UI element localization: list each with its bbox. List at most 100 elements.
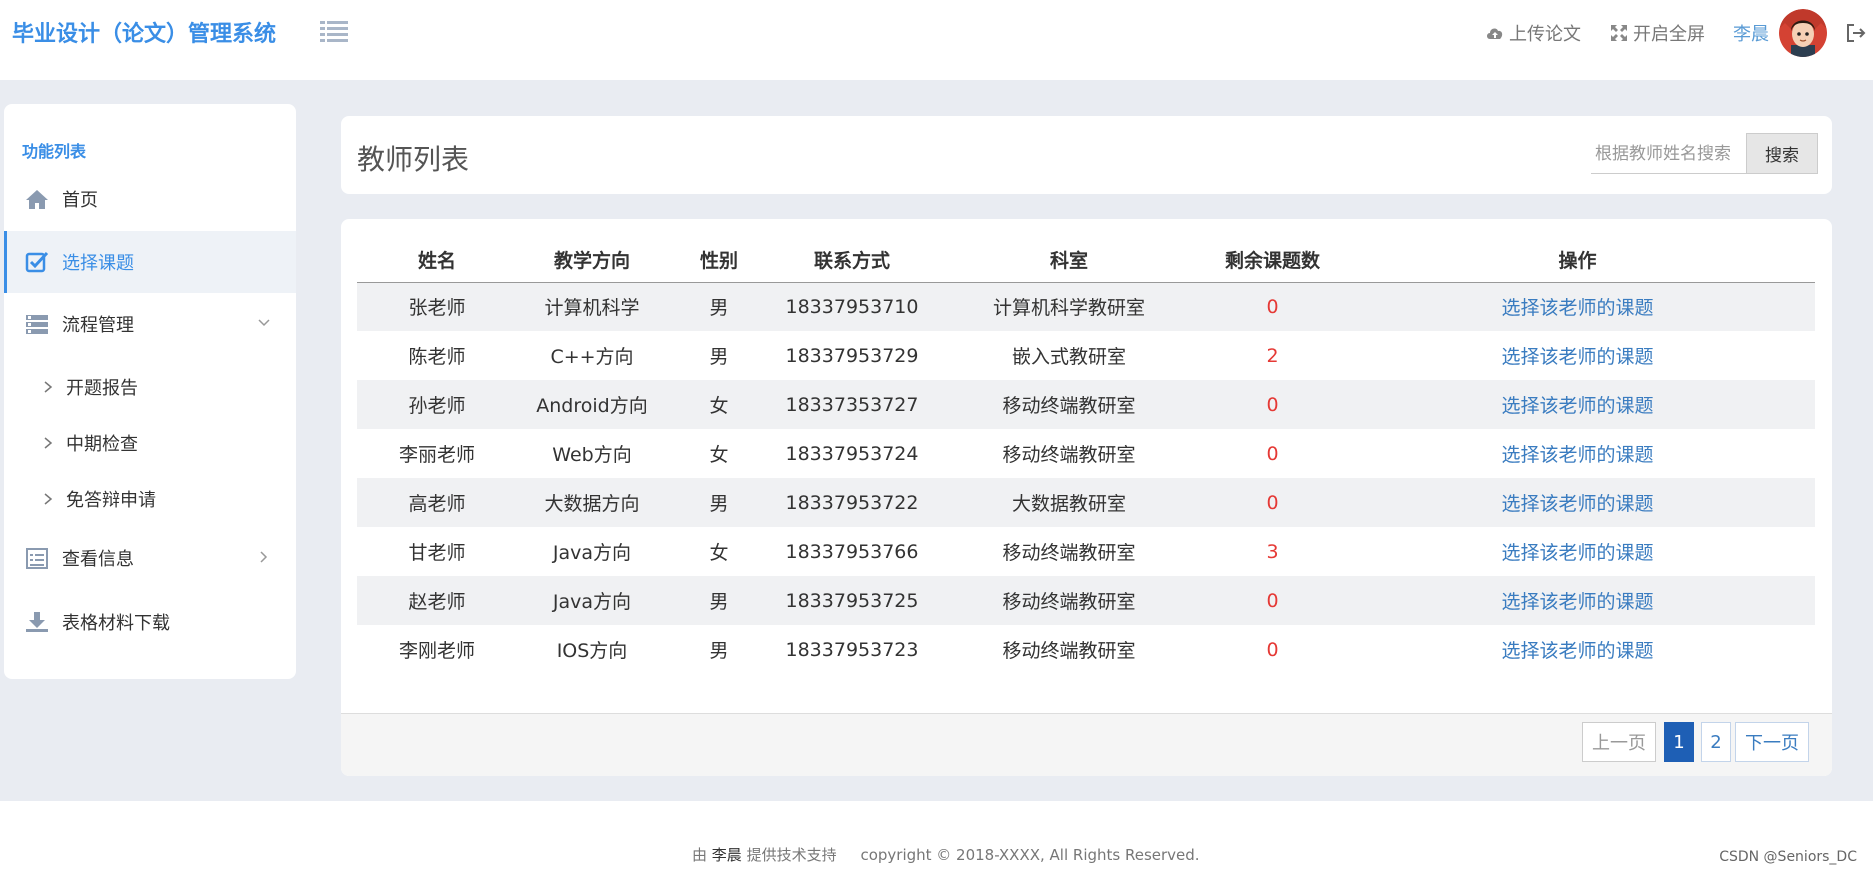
- pagination: 上一页 1 2 下一页: [341, 713, 1832, 776]
- sidebar: 功能列表 首页 选择课题 流程管理 开题报告 中期检查 免答辩申请 查看信息 表…: [4, 104, 296, 679]
- cell-remaining: 3: [1266, 540, 1279, 563]
- avatar[interactable]: [1779, 9, 1827, 57]
- footer: 由 李晨 提供技术支持 copyright © 2018-XXXX, All R…: [0, 801, 1873, 874]
- next-page-button[interactable]: 下一页: [1735, 722, 1809, 762]
- select-teacher-topic-link[interactable]: 选择该老师的课题: [1501, 395, 1653, 417]
- select-teacher-topic-link[interactable]: 选择该老师的课题: [1501, 297, 1653, 319]
- upload-thesis-button[interactable]: 上传论文: [1485, 20, 1581, 46]
- cell-remaining: 2: [1266, 344, 1279, 367]
- cell-gender: 女: [709, 444, 729, 466]
- cell-action: 选择该老师的课题: [1340, 380, 1815, 429]
- cell-direction: IOS方向: [556, 640, 628, 662]
- top-header: 毕业设计（论文）管理系统 上传论文 开启全屏 李晨: [0, 0, 1873, 80]
- sidebar-item-download-forms[interactable]: 表格材料下载: [4, 591, 296, 653]
- cell-phone: 18337953710: [785, 295, 919, 318]
- cell-name: 李丽老师: [398, 444, 475, 466]
- footer-author: 李晨: [711, 846, 742, 864]
- sidebar-item-label: 首页: [62, 190, 98, 211]
- cell-direction: Web方向: [552, 444, 632, 466]
- chevron-right-icon: [44, 493, 53, 505]
- table-row: 高老师 大数据方向 男 18337953722 大数据教研室 0 选择该老师的课…: [357, 478, 1815, 527]
- cell-dept: 大数据教研室: [1011, 493, 1126, 515]
- cell-remaining: 0: [1266, 589, 1279, 612]
- menu-toggle-icon[interactable]: [320, 19, 348, 43]
- footer-credits: 由 李晨 提供技术支持 copyright © 2018-XXXX, All R…: [692, 844, 1200, 865]
- sidebar-item-view-info[interactable]: 查看信息: [4, 527, 296, 589]
- table-header-row: 姓名 教学方向 性别 联系方式 科室 剩余课题数 操作: [357, 237, 1815, 283]
- select-teacher-topic-link[interactable]: 选择该老师的课题: [1501, 346, 1653, 368]
- sidebar-subitem-label: 中期检查: [66, 434, 138, 455]
- title-panel: 教师列表 搜索: [341, 116, 1832, 194]
- search-button[interactable]: 搜索: [1746, 133, 1818, 174]
- download-icon: [24, 611, 50, 633]
- chevron-right-icon: [260, 551, 268, 563]
- sidebar-subitem-label: 免答辩申请: [66, 490, 156, 511]
- fullscreen-button[interactable]: 开启全屏: [1609, 20, 1705, 46]
- sidebar-item-label: 表格材料下载: [62, 613, 170, 634]
- cell-phone: 18337953725: [785, 589, 919, 612]
- page-2-button[interactable]: 2: [1701, 722, 1731, 762]
- cell-direction: 计算机科学: [544, 297, 640, 320]
- cell-direction: C++方向: [550, 346, 634, 368]
- cell-dept: 嵌入式教研室: [1011, 346, 1126, 368]
- cell-name: 李刚老师: [398, 640, 475, 662]
- select-teacher-topic-link[interactable]: 选择该老师的课题: [1501, 542, 1653, 564]
- cell-gender: 女: [709, 395, 729, 417]
- select-teacher-topic-link[interactable]: 选择该老师的课题: [1501, 591, 1653, 613]
- cell-phone: 18337953729: [785, 344, 919, 367]
- cell-gender: 男: [709, 591, 729, 613]
- cell-dept: 移动终端教研室: [1002, 542, 1136, 564]
- process-icon: [24, 313, 50, 335]
- table-row: 张老师 计算机科学 男 18337953710 计算机科学教研室 0 选择该老师…: [357, 282, 1815, 331]
- expand-icon: [1611, 25, 1627, 41]
- select-teacher-topic-link[interactable]: 选择该老师的课题: [1501, 640, 1653, 662]
- teacher-search-input[interactable]: [1591, 134, 1746, 174]
- fullscreen-label: 开启全屏: [1633, 24, 1705, 45]
- sidebar-subitem-label: 开题报告: [66, 378, 138, 399]
- sidebar-item-process-management[interactable]: 流程管理: [4, 293, 296, 355]
- sidebar-subitem-midterm-check[interactable]: 中期检查: [4, 415, 296, 471]
- cell-name: 赵老师: [408, 591, 466, 613]
- cell-dept: 移动终端教研室: [1002, 395, 1136, 417]
- cell-dept: 移动终端教研室: [1002, 640, 1136, 662]
- table-row: 陈老师 C++方向 男 18337953729 嵌入式教研室 2 选择该老师的课…: [357, 331, 1815, 380]
- table-row: 孙老师 Android方向 女 18337353727 移动终端教研室 0 选择…: [357, 380, 1815, 429]
- sidebar-subitem-defense-exemption[interactable]: 免答辩申请: [4, 471, 296, 527]
- cell-name: 高老师: [408, 493, 466, 515]
- cell-name: 甘老师: [408, 542, 466, 564]
- home-icon: [24, 188, 50, 210]
- sidebar-item-select-topic[interactable]: 选择课题: [4, 231, 296, 293]
- footer-prefix: 由: [692, 846, 708, 864]
- select-teacher-topic-link[interactable]: 选择该老师的课题: [1501, 493, 1653, 515]
- cell-action: 选择该老师的课题: [1340, 625, 1815, 674]
- sidebar-item-home[interactable]: 首页: [4, 168, 296, 230]
- cell-phone: 18337953723: [785, 638, 919, 661]
- list-icon: [24, 547, 50, 569]
- cell-remaining: 0: [1266, 295, 1279, 318]
- watermark: CSDN @Seniors_DC: [1719, 849, 1857, 865]
- teacher-table-panel: 姓名 教学方向 性别 联系方式 科室 剩余课题数 操作 张老师 计算机科学 男 …: [341, 219, 1832, 776]
- footer-suffix: 提供技术支持: [746, 846, 837, 864]
- prev-page-button[interactable]: 上一页: [1582, 722, 1656, 762]
- list-toggle-icon: [320, 21, 348, 42]
- table-row: 赵老师 Java方向 男 18337953725 移动终端教研室 0 选择该老师…: [357, 576, 1815, 625]
- table-row: 甘老师 Java方向 女 18337953766 移动终端教研室 3 选择该老师…: [357, 527, 1815, 576]
- cell-remaining: 0: [1266, 442, 1279, 465]
- select-teacher-topic-link[interactable]: 选择该老师的课题: [1501, 444, 1653, 466]
- page-title: 教师列表: [357, 143, 470, 176]
- column-header: 操作: [1340, 237, 1815, 283]
- cell-name: 张老师: [408, 297, 466, 320]
- page-1-button[interactable]: 1: [1664, 722, 1694, 762]
- logout-icon[interactable]: [1845, 22, 1867, 44]
- cell-remaining: 0: [1266, 491, 1279, 514]
- app-title: 毕业设计（论文）管理系统: [12, 22, 277, 47]
- cell-action: 选择该老师的课题: [1340, 282, 1815, 331]
- username-link[interactable]: 李晨: [1733, 20, 1769, 46]
- sidebar-item-label: 查看信息: [62, 549, 134, 570]
- sidebar-item-label: 流程管理: [62, 315, 134, 336]
- cell-action: 选择该老师的课题: [1340, 527, 1815, 576]
- table-row: 李刚老师 IOS方向 男 18337953723 移动终端教研室 0 选择该老师…: [357, 625, 1815, 674]
- sidebar-subitem-proposal-report[interactable]: 开题报告: [4, 359, 296, 415]
- teacher-table: 姓名 教学方向 性别 联系方式 科室 剩余课题数 操作 张老师 计算机科学 男 …: [357, 237, 1815, 674]
- cell-action: 选择该老师的课题: [1340, 576, 1815, 625]
